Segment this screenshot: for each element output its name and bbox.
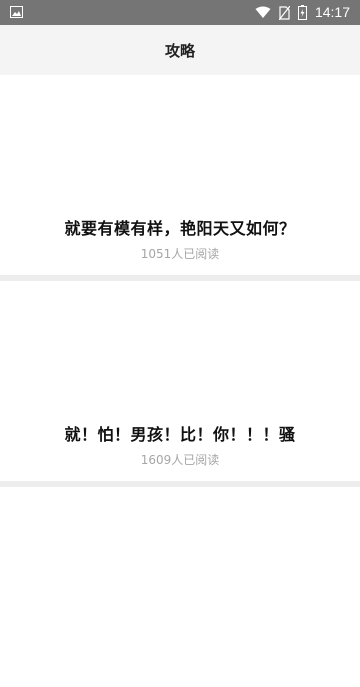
status-icons: 14:17 xyxy=(255,0,350,25)
wifi-icon xyxy=(255,6,271,18)
article-feed[interactable]: 就要有模有样，艳阳天又如何？ 1051人已阅读 就！怕！男孩！比！你！！！骚 1… xyxy=(0,75,360,687)
battery-icon xyxy=(297,5,307,20)
status-time: 14:17 xyxy=(314,4,350,20)
title-bar: 攻略 xyxy=(0,25,360,75)
article-title: 就要有模有样，艳阳天又如何？ xyxy=(64,219,296,238)
article-title: 就！怕！男孩！比！你！！！骚 xyxy=(64,425,296,444)
no-sim-icon xyxy=(278,5,290,20)
page-title: 攻略 xyxy=(164,41,195,60)
article-card[interactable]: 就要有模有样，艳阳天又如何？ 1051人已阅读 xyxy=(0,75,360,275)
article-card[interactable]: 就！怕！男孩！比！你！！！骚 1609人已阅读 xyxy=(0,281,360,481)
image-icon xyxy=(10,6,23,18)
article-card-partial[interactable] xyxy=(0,487,360,687)
status-bar: 14:17 xyxy=(0,0,360,25)
article-read-count: 1051人已阅读 xyxy=(140,247,220,261)
article-read-count: 1609人已阅读 xyxy=(140,453,220,467)
